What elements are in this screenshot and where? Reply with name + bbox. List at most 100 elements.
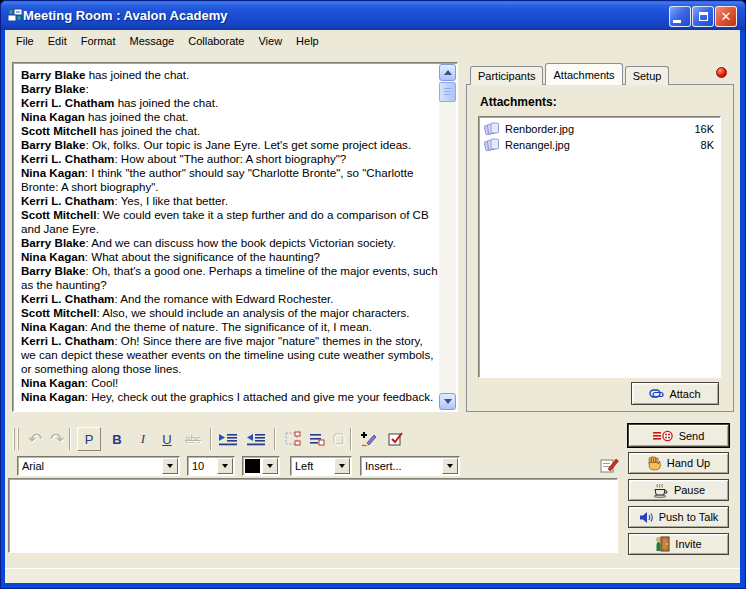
redo-icon[interactable]: ↷ bbox=[45, 427, 69, 451]
spell-check-icon[interactable] bbox=[383, 427, 407, 451]
tab-setup[interactable]: Setup bbox=[625, 66, 670, 85]
color-swatch bbox=[245, 459, 260, 473]
italic-button[interactable]: I bbox=[131, 427, 155, 451]
list-check-icon[interactable] bbox=[305, 427, 329, 451]
select-graphic-icon[interactable] bbox=[281, 427, 305, 451]
scroll-down-button[interactable] bbox=[439, 393, 456, 410]
chat-message: Nina Kagan: I think "the author" should … bbox=[21, 166, 439, 194]
tab-attachments[interactable]: Attachments bbox=[545, 63, 622, 85]
chat-message: Scott Mitchell: Also, we should include … bbox=[21, 306, 439, 320]
window-title: Meeting Room : Avalon Academy bbox=[23, 8, 227, 23]
attachment-name: Renborder.jpg bbox=[505, 123, 574, 135]
tab-participants[interactable]: Participants bbox=[470, 66, 543, 85]
format-toolbar: ↶ ↷ P B I U abc bbox=[5, 424, 625, 454]
chat-message: Kerri L. Chatham: Oh! Since there are fi… bbox=[21, 334, 439, 376]
scroll-up-button[interactable] bbox=[439, 64, 456, 81]
attachment-row[interactable]: Renangel.jpg 8K bbox=[481, 137, 718, 153]
menu-file[interactable]: File bbox=[9, 32, 41, 50]
chat-message: Scott Mitchell has joined the chat. bbox=[21, 124, 439, 138]
attachments-list[interactable]: Renborder.jpg 16K Renangel.jpg 8K bbox=[478, 116, 721, 378]
coffee-cup-icon bbox=[652, 482, 669, 498]
plain-text-button[interactable]: P bbox=[77, 427, 101, 451]
chat-message: Barry Blake: And we can discuss how the … bbox=[21, 236, 439, 250]
toolbar-grip[interactable] bbox=[13, 428, 20, 450]
menu-edit[interactable]: Edit bbox=[41, 32, 74, 50]
minimize-button[interactable] bbox=[669, 6, 691, 27]
insert-select[interactable]: Insert... bbox=[360, 456, 460, 476]
message-input[interactable] bbox=[8, 478, 618, 553]
send-button[interactable]: Send bbox=[628, 424, 729, 447]
font-size-select[interactable]: 10 bbox=[187, 456, 235, 476]
maximize-button[interactable] bbox=[692, 6, 714, 27]
chat-message: Kerri L. Chatham: And the romance with E… bbox=[21, 292, 439, 306]
alignment-select[interactable]: Left bbox=[290, 456, 352, 476]
invite-button[interactable]: Invite bbox=[628, 533, 729, 555]
font-color-select[interactable] bbox=[242, 456, 280, 476]
file-icon bbox=[484, 122, 500, 136]
font-toolbar: Arial 10 Left Insert... bbox=[5, 454, 625, 480]
scroll-thumb[interactable] bbox=[439, 82, 456, 102]
chat-log: Barry Blake has joined the chat.Barry Bl… bbox=[15, 65, 439, 409]
chat-message: Nina Kagan: And the theme of nature. The… bbox=[21, 320, 439, 334]
push-to-talk-button[interactable]: Push to Talk bbox=[628, 506, 729, 528]
indent-increase-icon[interactable] bbox=[216, 427, 240, 451]
title-bar: Meeting Room : Avalon Academy ✕ bbox=[1, 1, 745, 30]
dropdown-arrow-icon[interactable] bbox=[217, 458, 233, 474]
close-button[interactable]: ✕ bbox=[715, 6, 737, 27]
menu-collaborate[interactable]: Collaborate bbox=[181, 32, 251, 50]
menu-bar: FileEditFormatMessageCollaborateViewHelp bbox=[5, 30, 740, 52]
attach-icon bbox=[649, 388, 664, 399]
menu-help[interactable]: Help bbox=[289, 32, 326, 50]
chat-message: Barry Blake: Oh, that's a good one. Perh… bbox=[21, 264, 439, 292]
chat-message: Barry Blake: Ok, folks. Our topic is Jan… bbox=[21, 138, 439, 152]
chat-message: Barry Blake: bbox=[21, 82, 439, 96]
chat-message: Scott Mitchell: We could even take it a … bbox=[21, 208, 439, 236]
client-area: FileEditFormatMessageCollaborateViewHelp… bbox=[5, 30, 740, 583]
status-indicator-light bbox=[716, 67, 727, 78]
hand-icon bbox=[647, 456, 662, 471]
undo-icon[interactable]: ↶ bbox=[23, 427, 47, 451]
speaker-icon bbox=[639, 511, 654, 524]
side-tabs: Participants Attachments Setup bbox=[470, 63, 671, 85]
app-window: Meeting Room : Avalon Academy ✕ FileEdit… bbox=[0, 0, 746, 589]
attachments-label: Attachments: bbox=[480, 95, 557, 109]
menu-view[interactable]: View bbox=[251, 32, 289, 50]
edit-note-icon[interactable] bbox=[600, 457, 620, 474]
add-annotation-icon[interactable] bbox=[357, 427, 381, 451]
file-icon bbox=[484, 138, 500, 152]
dropdown-arrow-icon[interactable] bbox=[442, 458, 458, 474]
menu-format[interactable]: Format bbox=[74, 32, 123, 50]
bold-button[interactable]: B bbox=[105, 427, 129, 451]
indent-decrease-icon[interactable] bbox=[244, 427, 268, 451]
chat-scrollbar[interactable] bbox=[439, 64, 456, 410]
chat-message: Nina Kagan: What about the significance … bbox=[21, 250, 439, 264]
attach-button[interactable]: Attach bbox=[631, 382, 719, 405]
invite-door-icon bbox=[655, 536, 670, 552]
font-family-select[interactable]: Arial bbox=[17, 456, 180, 476]
dropdown-arrow-icon[interactable] bbox=[262, 458, 278, 474]
chat-transcript[interactable]: Barry Blake has joined the chat.Barry Bl… bbox=[12, 62, 458, 412]
attachments-panel: Attachments: Renborder.jpg 16K Renangel.j… bbox=[466, 84, 734, 412]
dropdown-arrow-icon[interactable] bbox=[334, 458, 350, 474]
strike-button[interactable]: abc bbox=[181, 427, 205, 451]
chat-message: Nina Kagan has joined the chat. bbox=[21, 110, 439, 124]
attachment-name: Renangel.jpg bbox=[505, 139, 570, 151]
pause-button[interactable]: Pause bbox=[628, 479, 729, 501]
chat-message: Kerri L. Chatham: Yes, I like that bette… bbox=[21, 194, 439, 208]
disabled-tool-icon bbox=[327, 427, 351, 451]
attachment-row[interactable]: Renborder.jpg 16K bbox=[481, 121, 718, 137]
dropdown-arrow-icon[interactable] bbox=[162, 458, 178, 474]
underline-button[interactable]: U bbox=[155, 427, 179, 451]
chat-message: Kerri L. Chatham has joined the chat. bbox=[21, 96, 439, 110]
hand-up-button[interactable]: Hand Up bbox=[628, 452, 729, 474]
status-bar bbox=[5, 568, 740, 583]
chat-message: Nina Kagan: Hey, check out the graphics … bbox=[21, 390, 439, 404]
chat-message: Barry Blake has joined the chat. bbox=[21, 68, 439, 82]
chat-message: Kerri L. Chatham: How about "The author:… bbox=[21, 152, 439, 166]
app-icon bbox=[7, 8, 23, 24]
attachment-size: 16K bbox=[694, 123, 714, 135]
menu-message[interactable]: Message bbox=[123, 32, 182, 50]
send-icon bbox=[653, 430, 674, 442]
attachment-size: 8K bbox=[701, 139, 714, 151]
chat-message: Nina Kagan: Cool! bbox=[21, 376, 439, 390]
